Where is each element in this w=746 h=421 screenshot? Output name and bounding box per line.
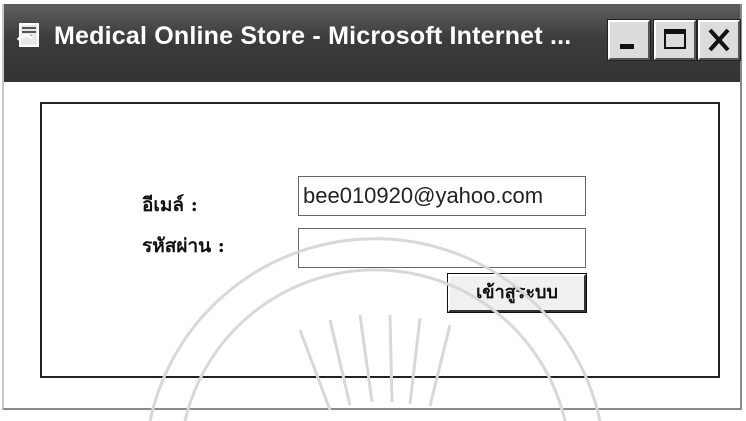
email-label: อีเมล์ : [142, 194, 198, 216]
password-label: รหัสผ่าน : [142, 235, 225, 257]
login-form: อีเมล์ : bee010920@yahoo.com รหัสผ่าน : … [40, 102, 720, 378]
password-field[interactable] [298, 228, 586, 268]
close-button[interactable] [697, 19, 741, 61]
maximize-button[interactable] [653, 19, 697, 61]
page-content: อีเมล์ : bee010920@yahoo.com รหัสผ่าน : … [4, 82, 740, 408]
title-bar[interactable]: Medical Online Store - Microsoft Interne… [4, 4, 741, 82]
browser-popup-window: Medical Online Store - Microsoft Interne… [2, 4, 742, 410]
ie-window-icon [16, 20, 42, 50]
email-field[interactable]: bee010920@yahoo.com [298, 176, 586, 216]
login-button[interactable]: เข้าสู่ระบบ [447, 273, 587, 313]
window-title: Medical Online Store - Microsoft Interne… [54, 22, 572, 50]
minimize-button[interactable] [607, 19, 651, 61]
